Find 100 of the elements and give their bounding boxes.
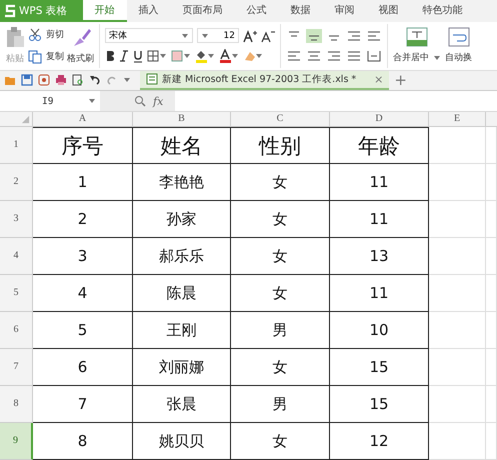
underline-icon[interactable]	[133, 50, 143, 63]
table-cell: 11	[330, 201, 429, 238]
row-header[interactable]: 4	[0, 238, 33, 275]
align-left-icon[interactable]	[286, 48, 302, 63]
table-cell: 男	[231, 312, 330, 349]
ribbon-tab[interactable]: 视图	[366, 0, 411, 22]
cell-style-icon[interactable]	[171, 50, 191, 62]
ribbon-tab[interactable]: 开始	[82, 0, 127, 22]
font-dropdown[interactable]: 宋体	[105, 28, 193, 44]
font-color-icon[interactable]	[219, 49, 239, 64]
undo-icon[interactable]	[89, 74, 101, 86]
empty-cell	[486, 386, 497, 423]
new-tab-button[interactable]: +	[394, 71, 407, 90]
name-box[interactable]: I9	[0, 96, 100, 106]
align-middle-icon[interactable]	[306, 28, 322, 43]
row-header[interactable]: 5	[0, 275, 33, 312]
column-header[interactable]: E	[429, 112, 486, 127]
table-cell: 15	[330, 349, 429, 386]
empty-cell	[429, 275, 486, 312]
print-preview-icon[interactable]	[72, 74, 84, 86]
wrap-text-button[interactable]: 自动换	[445, 51, 472, 64]
ribbon-tab[interactable]: 公式	[234, 0, 279, 22]
caret-icon	[201, 32, 209, 40]
row-header[interactable]: 2	[0, 164, 33, 201]
print-icon[interactable]	[55, 74, 67, 86]
document-tab[interactable]: 新建 Microsoft Excel 97-2003 工作表.xls * ×	[140, 70, 390, 90]
grow-font-icon[interactable]	[243, 28, 257, 43]
row-header[interactable]: 8	[0, 386, 33, 423]
table-cell: 郝乐乐	[133, 238, 231, 275]
table-cell: 7	[33, 386, 133, 423]
borders-icon[interactable]	[147, 50, 167, 62]
column-header[interactable]: C	[231, 112, 330, 127]
empty-cell	[429, 238, 486, 275]
align-right-icon[interactable]	[326, 48, 342, 63]
table-cell: 13	[330, 238, 429, 275]
row-header[interactable]: 9	[0, 423, 33, 460]
bold-icon[interactable]	[105, 50, 115, 62]
column-header[interactable]: B	[133, 112, 231, 127]
table-cell: 性别	[231, 127, 330, 164]
pdf-icon[interactable]	[38, 74, 50, 86]
table-cell: 1	[33, 164, 133, 201]
fill-color-icon[interactable]	[195, 49, 215, 64]
cut-button[interactable]: 剪切	[46, 28, 64, 42]
row-header[interactable]: 6	[0, 312, 33, 349]
copy-button[interactable]: 复制	[46, 50, 64, 64]
empty-cell	[486, 238, 497, 275]
close-tab-button[interactable]: ×	[374, 72, 384, 86]
dropdown-caret-icon[interactable]	[123, 76, 131, 84]
empty-cell	[486, 201, 497, 238]
empty-cell	[486, 349, 497, 386]
shrink-font-icon[interactable]	[261, 28, 275, 43]
empty-cell	[429, 312, 486, 349]
row-header[interactable]: 3	[0, 201, 33, 238]
align-center-icon[interactable]	[306, 48, 322, 63]
table-cell: 6	[33, 349, 133, 386]
caret-icon	[88, 97, 96, 105]
table-cell: 10	[330, 312, 429, 349]
empty-cell	[429, 164, 486, 201]
empty-cell	[486, 312, 497, 349]
caret-icon	[181, 32, 189, 40]
decrease-indent-icon[interactable]	[346, 28, 362, 43]
empty-cell	[429, 423, 486, 460]
table-cell: 女	[231, 201, 330, 238]
table-cell: 王刚	[133, 312, 231, 349]
column-header[interactable]: D	[330, 112, 429, 127]
zoom-icon[interactable]	[134, 95, 146, 107]
table-cell: 序号	[33, 127, 133, 164]
logo-icon	[4, 4, 16, 18]
table-cell: 孙家	[133, 201, 231, 238]
ribbon-tab[interactable]: 特色功能	[410, 0, 475, 22]
ribbon-tab[interactable]: 插入	[126, 0, 171, 22]
table-cell: 男	[231, 386, 330, 423]
merge-cells-icon	[406, 27, 428, 48]
distribute-icon[interactable]	[366, 48, 382, 63]
justify-icon[interactable]	[346, 48, 362, 63]
save-icon[interactable]	[21, 74, 33, 86]
table-cell: 姚贝贝	[133, 423, 231, 460]
eraser-icon[interactable]	[243, 49, 263, 64]
italic-icon[interactable]	[119, 50, 129, 62]
spreadsheet-icon	[146, 73, 158, 86]
empty-cell	[429, 386, 486, 423]
wrap-text-icon	[448, 27, 470, 48]
empty-cell	[486, 164, 497, 201]
table-cell: 姓名	[133, 127, 231, 164]
row-header[interactable]: 7	[0, 349, 33, 386]
format-painter-button[interactable]: 格式刷	[67, 52, 94, 66]
ribbon-tab[interactable]: 页面布局	[170, 0, 235, 22]
table-cell: 女	[231, 423, 330, 460]
table-cell: 女	[231, 275, 330, 312]
table-cell: 5	[33, 312, 133, 349]
row-header[interactable]: 1	[0, 127, 33, 164]
empty-cell	[486, 423, 497, 460]
ribbon-tab[interactable]: 数据	[278, 0, 323, 22]
column-header[interactable]: A	[33, 112, 133, 127]
ribbon-tab[interactable]: 审阅	[322, 0, 367, 22]
increase-indent-icon[interactable]	[366, 28, 382, 43]
insert-function-button[interactable]: fx	[153, 94, 164, 108]
font-size-dropdown[interactable]: 12	[197, 28, 239, 44]
merge-center-button[interactable]: 合并居中	[393, 51, 429, 64]
table-cell: 年龄	[330, 127, 429, 164]
